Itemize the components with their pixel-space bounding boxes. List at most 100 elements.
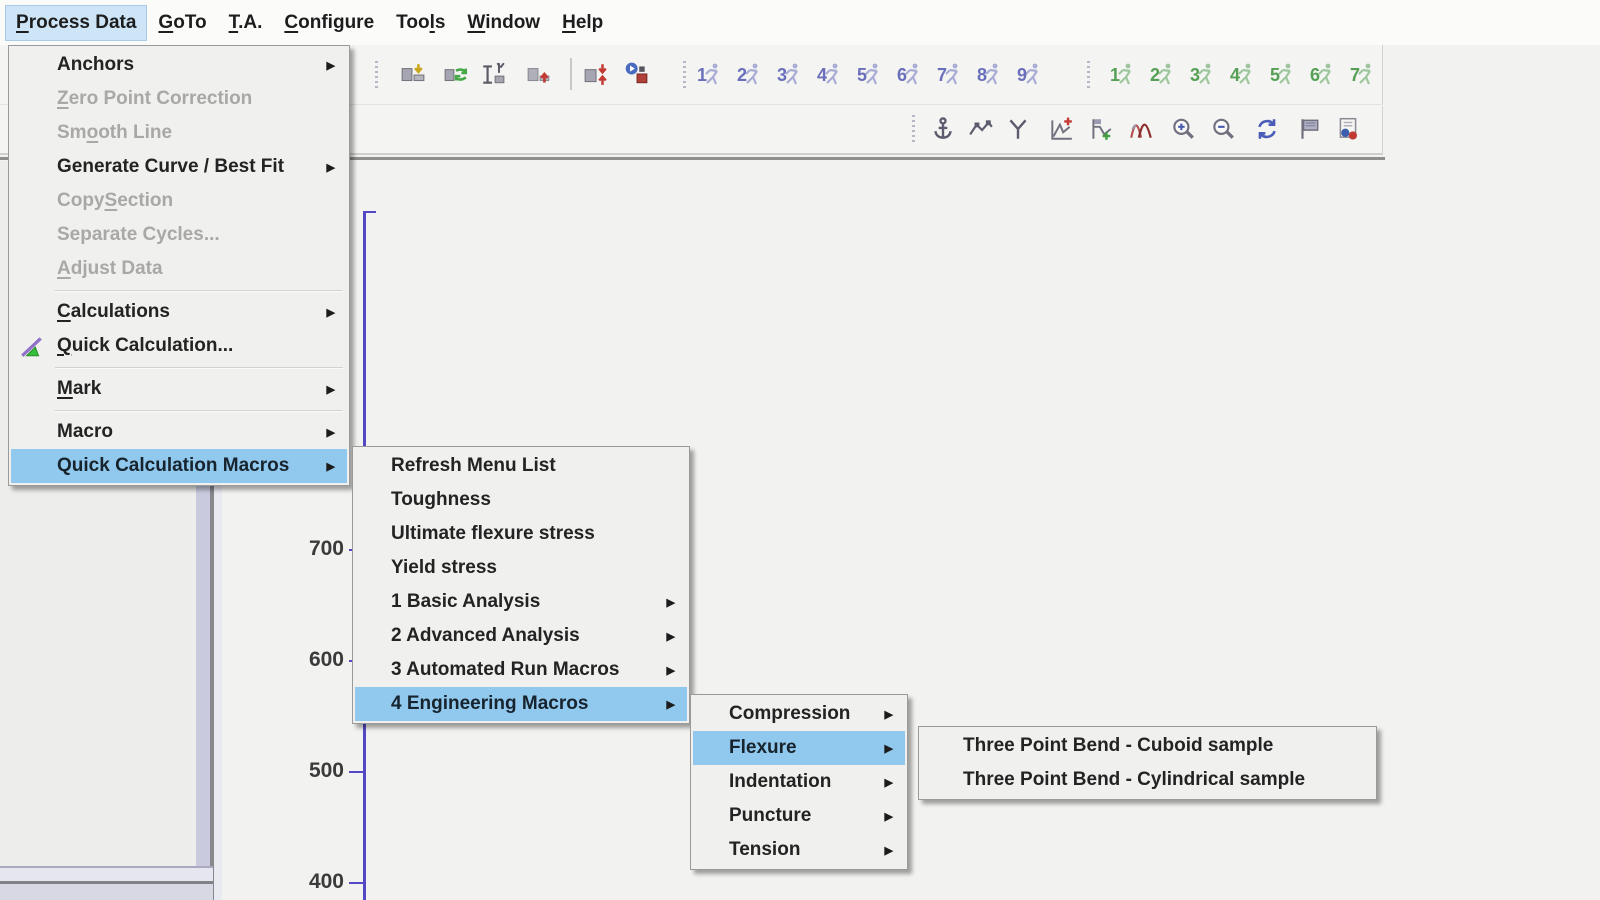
menubar-item-goto[interactable]: GoTo bbox=[147, 5, 217, 41]
y-axis-tick bbox=[349, 771, 363, 773]
menu-item-label: uick Calculation... bbox=[72, 335, 234, 357]
menubar-item-tools[interactable]: Tools bbox=[385, 5, 456, 41]
menu-item-1-basic-analysis[interactable]: 1 Basic Analysis▶ bbox=[355, 585, 687, 619]
process-data-menu: Anchors▶Zero Point CorrectionSmooth Line… bbox=[8, 45, 350, 486]
menu-item-label: ection bbox=[117, 190, 173, 212]
submenu-arrow-icon: ▶ bbox=[653, 630, 675, 643]
svg-text:2: 2 bbox=[737, 65, 747, 85]
accelerator-key: W bbox=[467, 12, 485, 33]
menu-item-smooth-line: Smooth Line bbox=[11, 116, 347, 150]
peak-marker-icon[interactable] bbox=[1046, 114, 1076, 144]
svg-text:6: 6 bbox=[897, 65, 907, 85]
svg-text:7: 7 bbox=[937, 65, 947, 85]
smooth-line-icon[interactable] bbox=[966, 114, 996, 144]
menu-item-compression[interactable]: Compression▶ bbox=[693, 697, 905, 731]
menu-item-three-point-bend-cylindrical-sample[interactable]: Three Point Bend - Cylindrical sample bbox=[921, 763, 1374, 797]
branch-icon[interactable] bbox=[1003, 114, 1033, 144]
machine-height-calibration-icon[interactable] bbox=[478, 59, 508, 89]
menubar-item-configure[interactable]: Configure bbox=[273, 5, 385, 41]
machine-calibrate-icon[interactable] bbox=[441, 59, 471, 89]
macro-run-blue-7-icon[interactable]: 7 bbox=[935, 59, 965, 89]
toolbar-grip[interactable] bbox=[1087, 61, 1090, 89]
menu-item-indentation[interactable]: Indentation▶ bbox=[693, 765, 905, 799]
menu-item-adjust-data: Adjust Data bbox=[11, 252, 347, 286]
report-icon[interactable] bbox=[1333, 114, 1363, 144]
flag-icon[interactable] bbox=[1294, 114, 1324, 144]
menu-item-flexure[interactable]: Flexure▶ bbox=[693, 731, 905, 765]
macro-run-blue-6-icon[interactable]: 6 bbox=[895, 59, 925, 89]
macro-run-blue-9-icon[interactable]: 9 bbox=[1015, 59, 1045, 89]
menu-item-quick-calculation-macros[interactable]: Quick Calculation Macros▶ bbox=[11, 449, 347, 483]
quick-calculation-icon bbox=[19, 333, 45, 365]
menu-item-4-engineering-macros[interactable]: 4 Engineering Macros▶ bbox=[355, 687, 687, 721]
macro-run-blue-3-icon[interactable]: 3 bbox=[775, 59, 805, 89]
menu-separator bbox=[11, 363, 347, 372]
macro-run-blue-8-icon[interactable]: 8 bbox=[975, 59, 1005, 89]
menu-item-label: Three Point Bend - Cylindrical sample bbox=[963, 769, 1305, 791]
accelerator-key: G bbox=[158, 12, 173, 33]
menu-item-refresh-menu-list[interactable]: Refresh Menu List bbox=[355, 449, 687, 483]
macro-run-blue-2-icon[interactable]: 2 bbox=[735, 59, 765, 89]
menu-item-anchors[interactable]: Anchors▶ bbox=[11, 48, 347, 82]
menu-item-label: Copy bbox=[57, 190, 105, 212]
compare-curves-icon[interactable] bbox=[1126, 114, 1156, 144]
submenu-arrow-icon: ▶ bbox=[313, 161, 335, 174]
menu-item-3-automated-run-macros[interactable]: 3 Automated Run Macros▶ bbox=[355, 653, 687, 687]
accelerator-key: T bbox=[229, 12, 239, 33]
menu-item-mark[interactable]: Mark▶ bbox=[11, 372, 347, 406]
svg-text:6: 6 bbox=[1310, 65, 1320, 85]
menu-item-toughness[interactable]: Toughness bbox=[355, 483, 687, 517]
macro-run-green-2-icon[interactable]: 2 bbox=[1148, 59, 1178, 89]
macro-run-green-5-icon[interactable]: 5 bbox=[1268, 59, 1298, 89]
macro-run-blue-4-icon[interactable]: 4 bbox=[815, 59, 845, 89]
submenu-arrow-icon: ▶ bbox=[653, 596, 675, 609]
menu-item-tension[interactable]: Tension▶ bbox=[693, 833, 905, 867]
accelerator-key: Z bbox=[57, 88, 69, 110]
submenu-arrow-icon: ▶ bbox=[871, 844, 893, 857]
menubar-item-help[interactable]: Help bbox=[551, 5, 614, 41]
menubar-item-window[interactable]: Window bbox=[456, 5, 551, 41]
macro-run-blue-5-icon[interactable]: 5 bbox=[855, 59, 885, 89]
menubar-item-process-data[interactable]: Process Data bbox=[5, 5, 147, 41]
menu-item-puncture[interactable]: Puncture▶ bbox=[693, 799, 905, 833]
threshold-marker-icon[interactable] bbox=[1086, 114, 1116, 144]
toolbar-grip[interactable] bbox=[375, 61, 378, 89]
machine-return-icon[interactable] bbox=[524, 59, 554, 89]
menu-item-calculations[interactable]: Calculations▶ bbox=[11, 295, 347, 329]
submenu-arrow-icon: ▶ bbox=[871, 810, 893, 823]
macro-run-green-6-icon[interactable]: 6 bbox=[1308, 59, 1338, 89]
macro-run-blue-1-icon[interactable]: 1 bbox=[695, 59, 725, 89]
menu-item-macro[interactable]: Macro▶ bbox=[11, 415, 347, 449]
machine-run-updown-icon[interactable] bbox=[581, 59, 611, 89]
menu-item-label: Ultimate flexure stress bbox=[391, 523, 595, 545]
anchor-icon[interactable] bbox=[928, 114, 958, 144]
menubar-item-label: onfigure bbox=[298, 12, 374, 33]
menu-separator bbox=[11, 286, 347, 295]
macro-run-green-1-icon[interactable]: 1 bbox=[1108, 59, 1138, 89]
zoom-in-icon[interactable] bbox=[1168, 114, 1198, 144]
macro-run-green-7-icon[interactable]: 7 bbox=[1348, 59, 1378, 89]
toolbar-grip[interactable] bbox=[912, 115, 915, 143]
macro-run-green-3-icon[interactable]: 3 bbox=[1188, 59, 1218, 89]
menu-item-copy-section: Copy Section bbox=[11, 184, 347, 218]
menu-item-generate-curve-best-fit[interactable]: Generate Curve / Best Fit▶ bbox=[11, 150, 347, 184]
menu-item-three-point-bend-cuboid-sample[interactable]: Three Point Bend - Cuboid sample bbox=[921, 729, 1374, 763]
svg-text:3: 3 bbox=[1190, 65, 1200, 85]
zoom-out-icon[interactable] bbox=[1208, 114, 1238, 144]
menu-separator-line bbox=[55, 290, 343, 292]
menu-item-ultimate-flexure-stress[interactable]: Ultimate flexure stress bbox=[355, 517, 687, 551]
run-test-graph-icon[interactable] bbox=[621, 59, 651, 89]
toolbar-grip[interactable] bbox=[683, 61, 686, 89]
flexure-menu: Three Point Bend - Cuboid sample Three Po… bbox=[918, 726, 1377, 800]
menu-item-quick-calculation[interactable]: Quick Calculation... bbox=[11, 329, 347, 363]
y-axis-label: 400 bbox=[278, 870, 344, 894]
refresh-icon[interactable] bbox=[1252, 114, 1282, 144]
submenu-arrow-icon: ▶ bbox=[313, 426, 335, 439]
menu-item-yield-stress[interactable]: Yield stress bbox=[355, 551, 687, 585]
svg-text:3: 3 bbox=[777, 65, 787, 85]
menu-item-2-advanced-analysis[interactable]: 2 Advanced Analysis▶ bbox=[355, 619, 687, 653]
menubar-item-t-a[interactable]: T.A. bbox=[218, 5, 274, 41]
machine-attach-icon[interactable] bbox=[398, 59, 428, 89]
svg-text:7: 7 bbox=[1350, 65, 1360, 85]
macro-run-green-4-icon[interactable]: 4 bbox=[1228, 59, 1258, 89]
